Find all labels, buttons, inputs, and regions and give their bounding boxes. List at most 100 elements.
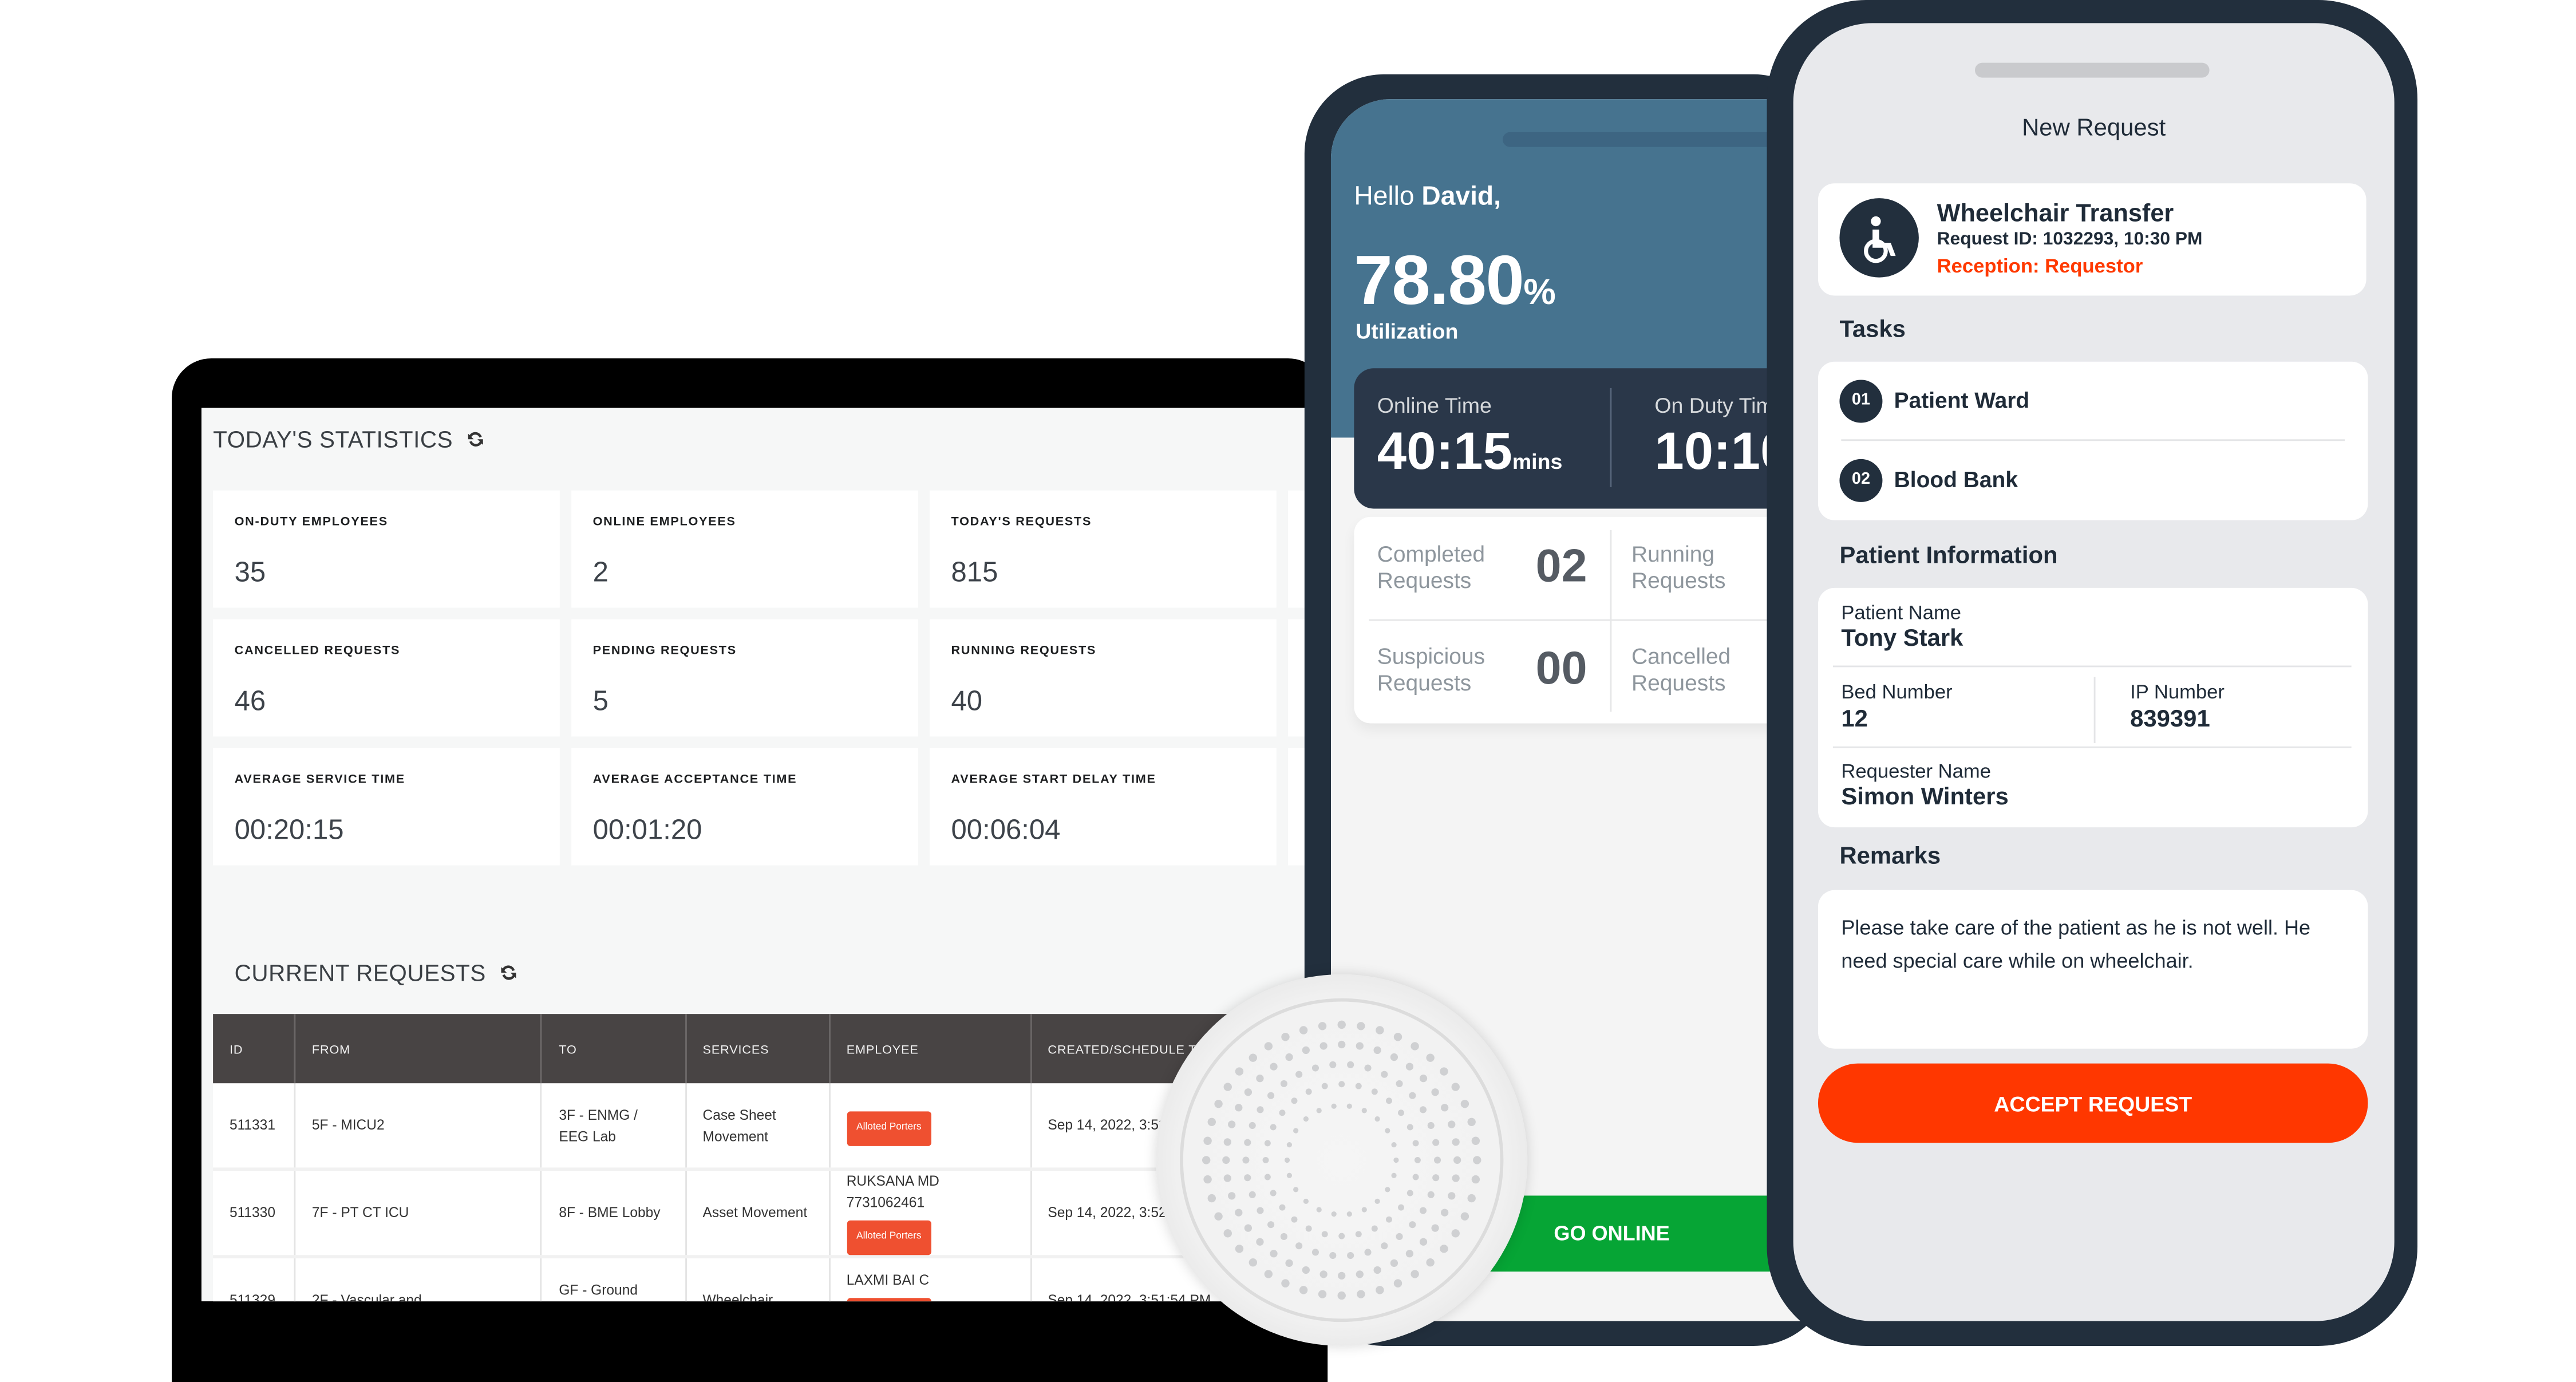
on-duty-time-label: On Duty Time: [1654, 393, 1786, 418]
perforation-dot: [1453, 1156, 1461, 1164]
perforation-dot: [1393, 1033, 1402, 1041]
perforation-dot: [1305, 1225, 1312, 1232]
task-name: Patient Ward: [1894, 388, 2030, 413]
stat-label: RUNNING REQUESTS: [951, 642, 1097, 658]
perforation-dot: [1257, 1106, 1264, 1114]
perforation-dot: [1281, 1279, 1290, 1288]
employee-name: LAXMI BAI C: [846, 1270, 930, 1288]
completed-requests-label: Completed Requests: [1377, 542, 1485, 593]
online-time-unit: mins: [1512, 449, 1563, 474]
perforation-dot: [1207, 1194, 1216, 1203]
cell-service: Wheelchair: [685, 1257, 830, 1302]
perforation-dot: [1286, 1172, 1293, 1178]
perforation-dot: [1321, 1231, 1328, 1238]
refresh-icon[interactable]: [499, 963, 519, 983]
online-time-number: 40:15: [1377, 421, 1512, 481]
perforation-dot: [1406, 1124, 1413, 1131]
perforation-dot: [1280, 1080, 1287, 1087]
perforation-dot: [1432, 1174, 1440, 1182]
table-header-row: ID FROM TO SERVICES EMPLOYEE CREATED/SCH…: [213, 1014, 1270, 1084]
perforation-dot: [1337, 1291, 1346, 1300]
table-row[interactable]: 511330 7F - PT CT ICU 8F - BME Lobby Ass…: [213, 1169, 1270, 1259]
divider: [2093, 677, 2096, 744]
alloted-porters-badge[interactable]: Alloted Porters: [846, 1297, 931, 1302]
perforation-dot: [1346, 1103, 1352, 1109]
online-time-label: Online Time: [1377, 393, 1492, 418]
perforation-dot: [1279, 1109, 1286, 1116]
stat-card-avg-service: AVERAGE SERVICE TIME 00:20:15: [213, 748, 560, 866]
column-header-employee[interactable]: EMPLOYEE: [829, 1014, 1032, 1084]
perforation-dot: [1293, 1187, 1299, 1193]
perforation-dot: [1452, 1174, 1460, 1182]
ip-number-label: IP Number: [2130, 680, 2225, 704]
bed-number-label: Bed Number: [1841, 680, 1953, 704]
perforation-dot: [1431, 1224, 1439, 1232]
completed-requests-value: 02: [1535, 540, 1587, 591]
perforation-dot: [1244, 1088, 1253, 1096]
perforation-dot: [1244, 1224, 1253, 1232]
stat-label: PENDING REQUESTS: [592, 642, 737, 658]
perforation-dot: [1426, 1053, 1435, 1062]
perforation-dot: [1361, 1108, 1367, 1114]
perforation-dot: [1214, 1099, 1223, 1108]
patient-info-card: Patient Name Tony Stark Bed Number 12 IP…: [1818, 587, 2368, 828]
phone-notch: [1974, 62, 2210, 78]
perforation-dot: [1329, 1251, 1337, 1259]
ip-number: 839391: [2130, 706, 2210, 733]
stat-value: 35: [234, 556, 266, 588]
requester-name: Simon Winters: [1841, 784, 2009, 811]
table-row[interactable]: 511331 5F - MICU2 3F - ENMG / EEG Lab Ca…: [213, 1083, 1270, 1171]
accept-request-button[interactable]: ACCEPT REQUEST: [1818, 1063, 2368, 1143]
patient-name: Tony Stark: [1841, 626, 1963, 653]
patient-name-label: Patient Name: [1841, 601, 1962, 625]
suspicious-requests-label: Suspicious Requests: [1377, 643, 1485, 696]
perforation-dot: [1256, 1238, 1264, 1246]
suspicious-requests-value: 00: [1535, 642, 1587, 694]
stat-label: AVERAGE SERVICE TIME: [234, 771, 405, 787]
utilization-unit: %: [1523, 271, 1555, 313]
refresh-icon[interactable]: [466, 429, 486, 449]
stat-value: 00:20:15: [234, 814, 344, 846]
requester-name-label: Requester Name: [1841, 759, 1992, 783]
perforation-dot: [1203, 1136, 1212, 1145]
perforation-dot: [1299, 1026, 1308, 1034]
stat-label: AVERAGE START DELAY TIME: [951, 771, 1156, 787]
perforation-dot: [1385, 1216, 1392, 1223]
perforation-dot: [1303, 1198, 1309, 1204]
column-header-to[interactable]: TO: [542, 1014, 686, 1084]
perforation-dot: [1431, 1088, 1439, 1096]
cell-to: 3F - ENMG / EEG Lab: [542, 1083, 686, 1171]
perforation-dot: [1411, 1270, 1419, 1278]
column-header-id[interactable]: ID: [213, 1014, 296, 1084]
stats-title-text: TODAY'S STATISTICS: [213, 426, 453, 453]
perforation-dot: [1381, 1242, 1388, 1250]
alloted-porters-badge[interactable]: Alloted Porters: [846, 1220, 931, 1255]
perforation-dot: [1207, 1118, 1216, 1127]
perforation-dot: [1242, 1156, 1250, 1164]
perforation-dot: [1441, 1209, 1449, 1217]
perforation-dot: [1223, 1229, 1232, 1238]
perforation-dot: [1311, 1064, 1319, 1072]
perforation-dot: [1295, 1242, 1303, 1250]
cell-employee: LAXMI BAI C Alloted Porters: [829, 1257, 1032, 1302]
cell-from: 5F - MICU2: [294, 1083, 543, 1171]
cancelled-requests-label: Cancelled Requests: [1631, 643, 1731, 696]
perforation-dot: [1391, 1172, 1397, 1178]
column-header-services[interactable]: SERVICES: [685, 1014, 830, 1084]
alloted-porters-badge[interactable]: Alloted Porters: [846, 1111, 931, 1146]
perforation-dot: [1202, 1156, 1211, 1164]
stat-label: ONLINE EMPLOYEES: [592, 514, 736, 529]
table-row[interactable]: 511329 2F - Vascular and GF - Ground flo…: [213, 1257, 1270, 1302]
perforation-dot: [1281, 1033, 1290, 1041]
perforation-dot: [1270, 1190, 1277, 1197]
perforation-dot: [1318, 1022, 1327, 1030]
column-header-from[interactable]: FROM: [294, 1014, 543, 1084]
perforation-dot: [1385, 1128, 1390, 1134]
perforation-dot: [1235, 1104, 1243, 1112]
utilization-number: 78.80: [1354, 241, 1524, 319]
stat-value: 00:01:20: [592, 814, 702, 846]
stat-card-cancelled: CANCELLED REQUESTS 46: [213, 619, 560, 737]
perforation-dot: [1256, 1075, 1264, 1083]
cell-service: Asset Movement: [685, 1169, 830, 1259]
stat-value: 2: [592, 556, 609, 588]
